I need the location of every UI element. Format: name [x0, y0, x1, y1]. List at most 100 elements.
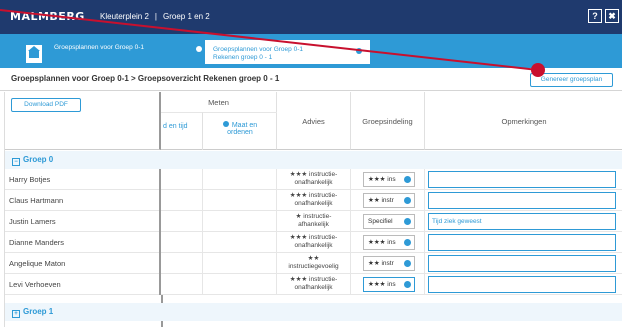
- opmerking-input[interactable]: [428, 171, 616, 188]
- header-groepsindeling: Groepsindeling: [351, 92, 425, 150]
- student-name: Claus Hartmann: [5, 190, 161, 211]
- opmerking-input[interactable]: [428, 276, 616, 293]
- opmerkingen-cell: [425, 169, 622, 190]
- opmerking-input[interactable]: [428, 255, 616, 272]
- chevron-down-icon: [404, 239, 411, 246]
- group-label: + Groep 1: [12, 307, 54, 318]
- opmerkingen-cell: [425, 274, 622, 295]
- sub-col-tijd[interactable]: d en tijd: [161, 112, 203, 150]
- tab-rekenen[interactable]: Groepsplannen voor Groep 0-1 Rekenen gro…: [205, 38, 370, 64]
- meten-cell: [203, 169, 277, 190]
- group-name: Groep 1: [23, 307, 54, 316]
- page-title: Groepsplannen voor Groep 0-1 > Groepsove…: [11, 74, 280, 83]
- groepsindeling-label: Groepsindeling: [362, 117, 413, 126]
- meten-cell: [161, 190, 203, 211]
- meten-cell: [203, 274, 277, 295]
- meten-cell: [203, 253, 277, 274]
- opmerkingen-cell: Tijd ziek geweest: [425, 211, 622, 232]
- select-value: ★★ instr: [368, 197, 394, 204]
- advies-line1: ★★★ instructie-: [289, 276, 338, 283]
- group-row[interactable]: + Groep 1: [5, 303, 622, 321]
- groepsindeling-cell: ★★★ ins: [351, 232, 425, 253]
- advies-line1: ★★★ instructie-: [289, 234, 338, 241]
- crumb-separator: |: [154, 12, 157, 21]
- tab-close-icon[interactable]: [356, 48, 362, 54]
- header-meten: Meten d en tijd Maat en ordenen: [161, 92, 277, 150]
- table-row: Harry Botjes ★★★ instructie-onafhankelij…: [5, 169, 622, 190]
- opmerking-input[interactable]: Tijd ziek geweest: [428, 213, 616, 230]
- crumb-kleuterplein[interactable]: Kleuterplein 2: [100, 12, 149, 21]
- groepsindeling-select[interactable]: ★★★ ins: [363, 172, 415, 187]
- select-value: ★★ instr: [368, 260, 394, 267]
- sub-col-maat-text: Maat en: [231, 122, 258, 129]
- opmerkingen-label: Opmerkingen: [501, 117, 547, 126]
- tab-rekenen-line2: Rekenen groep 0 - 1: [213, 54, 273, 61]
- collapse-icon[interactable]: −: [12, 158, 20, 166]
- groepsindeling-select[interactable]: ★★★ ins: [363, 235, 415, 250]
- help-button[interactable]: ?: [588, 9, 602, 23]
- advies-line1: ★★: [307, 255, 320, 262]
- meten-cell: [161, 169, 203, 190]
- chevron-down-icon: [404, 176, 411, 183]
- group-row[interactable]: − Groep 0: [5, 151, 622, 169]
- table-row: Dianne Manders ★★★ instructie-onafhankel…: [5, 232, 622, 253]
- chevron-down-icon: [404, 281, 411, 288]
- table-row: Claus Hartmann ★★★ instructie-onafhankel…: [5, 190, 622, 211]
- overview-table: Download PDF Meten d en tijd Maat en ord…: [4, 92, 622, 327]
- tab-close-icon[interactable]: [196, 46, 202, 52]
- header-advies: Advies: [277, 92, 351, 150]
- tab-rekenen-line1: Groepsplannen voor Groep 0-1: [213, 46, 303, 53]
- opmerking-input[interactable]: [428, 234, 616, 251]
- advies-line2: onafhankelijk: [294, 179, 333, 186]
- advies-cell: ★★ instructiegevoelig: [277, 253, 351, 274]
- expand-icon: [222, 121, 229, 127]
- select-value: ★★★ ins: [368, 176, 396, 183]
- chevron-down-icon: [404, 218, 411, 225]
- advies-line2: onafhankelijk: [294, 284, 333, 291]
- sub-col-maat[interactable]: Maat en ordenen: [203, 112, 277, 150]
- sub-col-maat-line2: ordenen: [227, 129, 253, 136]
- opmerkingen-cell: [425, 190, 622, 211]
- groepsindeling-cell: ★★★ ins: [351, 274, 425, 295]
- meten-cell: [161, 253, 203, 274]
- crumb-groep[interactable]: Groep 1 en 2: [163, 12, 210, 21]
- meten-cell: [161, 211, 203, 232]
- chevron-down-icon: [404, 260, 411, 267]
- groepsindeling-cell: ★★ instr: [351, 190, 425, 211]
- student-name: Justin Lamers: [5, 211, 161, 232]
- close-app-button[interactable]: ✖: [605, 9, 619, 23]
- header-name-cell: Download PDF: [5, 92, 161, 150]
- groepsindeling-select[interactable]: ★★ instr: [363, 193, 415, 208]
- expand-group-icon[interactable]: +: [12, 310, 20, 318]
- generate-plan-button[interactable]: Genereer groepsplan: [530, 73, 613, 87]
- divider: [0, 90, 622, 91]
- group-label: − Groep 0: [12, 155, 54, 166]
- advies-line2: afhankelijk: [298, 221, 329, 228]
- meten-cell: [161, 274, 203, 295]
- header-opmerkingen: Opmerkingen: [425, 92, 622, 150]
- groepsindeling-select[interactable]: ★★ instr: [363, 256, 415, 271]
- advies-line2: instructiegevoelig: [288, 263, 339, 270]
- tab-groepsplannen[interactable]: Groepsplannen voor Groep 0-1: [46, 38, 206, 64]
- chevron-down-icon: [404, 197, 411, 204]
- meten-label: Meten: [208, 98, 229, 107]
- advies-label: Advies: [302, 117, 325, 126]
- breadcrumb: Kleuterplein 2 | Groep 1 en 2: [100, 12, 210, 21]
- download-pdf-button[interactable]: Download PDF: [11, 98, 81, 112]
- groepsindeling-cell: ★★★ ins: [351, 169, 425, 190]
- groepsindeling-select[interactable]: Specifiel: [363, 214, 415, 229]
- advies-line1: ★ instructie-: [295, 213, 332, 220]
- advies-cell: ★★★ instructie-onafhankelijk: [277, 190, 351, 211]
- group-name: Groep 0: [23, 155, 54, 164]
- opmerkingen-cell: [425, 253, 622, 274]
- malmberg-logo[interactable]: MALMBERG: [10, 10, 85, 23]
- select-value: ★★★ ins: [368, 239, 396, 246]
- meten-cell: [161, 232, 203, 253]
- home-tab[interactable]: [26, 45, 42, 63]
- home-icon: [29, 50, 39, 58]
- groepsindeling-cell: ★★ instr: [351, 253, 425, 274]
- advies-cell: ★★★ instructie-onafhankelijk: [277, 274, 351, 295]
- opmerking-input[interactable]: [428, 192, 616, 209]
- meten-cell: [203, 190, 277, 211]
- groepsindeling-select[interactable]: ★★★ ins: [363, 277, 415, 292]
